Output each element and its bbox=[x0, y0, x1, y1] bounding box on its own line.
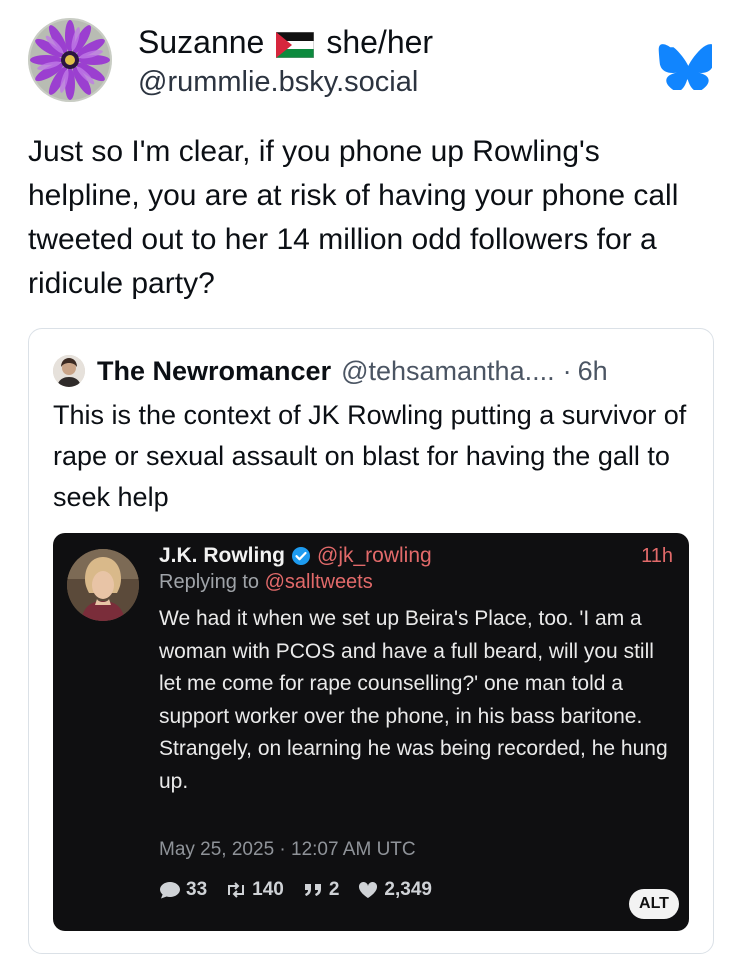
like-count-value: 2,349 bbox=[384, 879, 432, 900]
quote-icon bbox=[304, 884, 321, 896]
quote-text: This is the context of JK Rowling puttin… bbox=[53, 400, 687, 512]
tweet-name-row: J.K. Rowling @jk_rowling bbox=[159, 541, 432, 571]
pronouns: she/her bbox=[326, 23, 434, 60]
alt-text-badge[interactable]: ALT bbox=[629, 889, 679, 919]
reply-count: 33 bbox=[159, 879, 207, 901]
quote-author-handle[interactable]: @tehsamantha.... bbox=[341, 356, 555, 387]
tweet-author-avatar bbox=[67, 549, 139, 621]
quote-time-separator: · bbox=[562, 355, 572, 386]
post-text: Just so I'm clear, if you phone up Rowli… bbox=[28, 135, 679, 300]
quote-count-value: 2 bbox=[328, 879, 340, 900]
tweet-stats-row: 33 140 2 2,349 bbox=[159, 879, 432, 901]
replying-mention: @salltweets bbox=[264, 571, 373, 593]
heart-icon bbox=[359, 881, 378, 898]
tweet-text: We had it when we set up Beira's Place, … bbox=[159, 607, 668, 793]
tweet-author-handle: @jk_rowling bbox=[317, 544, 432, 567]
replying-prefix: Replying to bbox=[159, 571, 265, 593]
tweet-date: May 25, 2025 · 12:07 AM UTC bbox=[159, 839, 416, 860]
quote-author-name[interactable]: The Newromancer bbox=[97, 356, 331, 387]
tweet-author-name: J.K. Rowling bbox=[159, 544, 285, 567]
quote-header: The Newromancer @tehsamantha.... · 6h bbox=[53, 351, 608, 391]
palestine-flag-icon bbox=[275, 29, 315, 59]
verified-badge-icon bbox=[292, 547, 310, 565]
display-name-row: Suzanne she/her bbox=[138, 22, 433, 62]
quote-timestamp[interactable]: 6h bbox=[578, 356, 608, 387]
retweet-count-value: 140 bbox=[252, 879, 284, 900]
tweet-timestamp: 11h bbox=[641, 545, 673, 567]
author-handle[interactable]: @rummlie.bsky.social bbox=[138, 66, 418, 99]
retweet-count: 140 bbox=[225, 879, 284, 901]
embedded-tweet-screenshot[interactable]: J.K. Rowling @jk_rowling 11h Replying to… bbox=[53, 533, 689, 931]
speech-bubble-icon bbox=[160, 882, 180, 899]
quote-count: 2 bbox=[302, 879, 340, 901]
author-avatar[interactable] bbox=[28, 18, 112, 102]
post-header: Suzanne she/her @rummlie.bsky.social bbox=[24, 14, 724, 110]
retweet-icon bbox=[228, 882, 245, 898]
quote-post-card[interactable]: The Newromancer @tehsamantha.... · 6h Th… bbox=[28, 328, 714, 954]
reply-count-value: 33 bbox=[186, 879, 208, 900]
tweet-replying-to: Replying to @salltweets bbox=[159, 571, 373, 594]
like-count: 2,349 bbox=[357, 879, 432, 901]
quote-author-avatar[interactable] bbox=[53, 355, 85, 387]
bluesky-butterfly-icon[interactable] bbox=[658, 44, 715, 92]
daisy-flower-image bbox=[28, 18, 112, 102]
display-name[interactable]: Suzanne bbox=[138, 24, 264, 61]
